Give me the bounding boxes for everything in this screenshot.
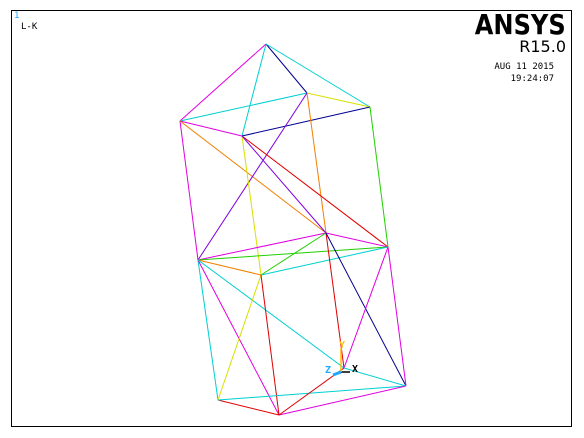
element-line [197,259,280,416]
element-line [241,106,371,137]
element-line [343,246,389,369]
element-line [260,232,327,276]
element-line [369,106,389,248]
element-line [179,92,308,122]
element-line [265,43,371,108]
element-line [265,43,308,94]
triad-x-label: X [352,364,358,375]
triad-y-label: Y [339,340,345,351]
element-line [197,259,219,401]
element-line [241,135,327,234]
element-line [306,92,371,108]
element-line [179,120,199,261]
element-line [179,43,267,122]
element-line [260,274,280,416]
element-line [217,385,407,401]
triad-z-axis [332,370,342,377]
element-lines [179,43,407,416]
element-line [217,399,280,416]
element-line [306,92,327,234]
element-line [217,274,262,401]
element-line [387,246,407,387]
element-line [241,135,262,276]
element-line [241,43,267,137]
truss-model-view: X Y Z [179,43,407,416]
triad-z-label: Z [325,365,331,376]
element-line [197,92,308,261]
